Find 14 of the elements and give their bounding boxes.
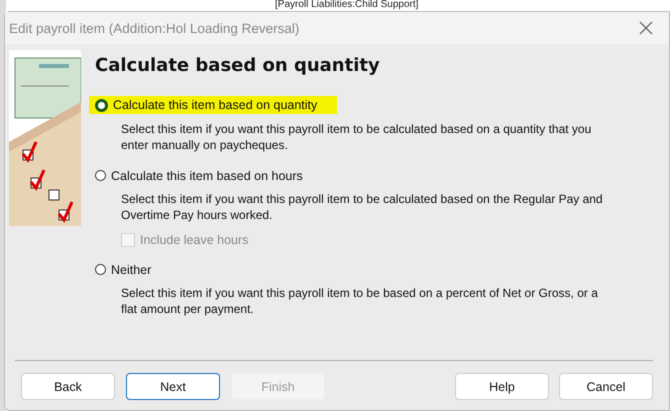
wizard-button[interactable]: Cancel	[559, 373, 653, 400]
close-icon[interactable]	[639, 21, 653, 35]
page-heading: Calculate based on quantity	[95, 55, 381, 76]
wizard-button[interactable]: Next	[126, 373, 220, 400]
background-window-title: [Payroll Liabilities:Child Support]	[275, 0, 418, 10]
wizard-button[interactable]: Back	[21, 373, 115, 400]
option-description: Select this item if you want this payroll item to be calculated based on a quantity that you enter manually on paycheques.	[121, 120, 592, 152]
window-title: Edit payroll item (Addition:Hol Loading Reversal)	[9, 20, 300, 36]
wizard-button[interactable]: Help	[455, 373, 549, 400]
option-description: Select this item if you want this payroll item to be calculated based on the Regular Pay and Overtime Pay hours worked.	[121, 190, 604, 222]
radio-option[interactable]: Neither	[89, 260, 172, 278]
radio-option[interactable]: Calculate this item based on quantity	[89, 96, 338, 114]
radio-option[interactable]: Calculate this item based on hours	[89, 166, 323, 184]
option-description: Select this item if you want this payroll item to be based on a percent of Net or Gross, or a flat amount per payment.	[121, 284, 599, 316]
